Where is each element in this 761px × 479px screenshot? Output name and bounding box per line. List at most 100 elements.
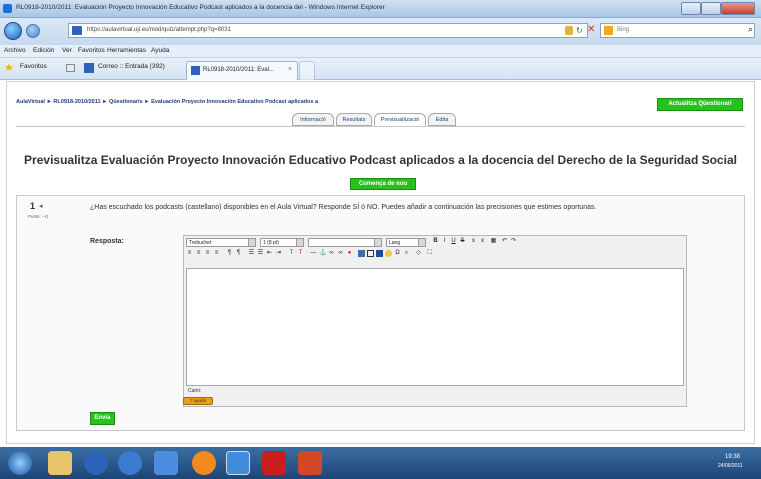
background-color-icon[interactable]: T	[297, 250, 304, 257]
tab-informacio[interactable]: Informació	[292, 113, 334, 126]
tab-divider	[16, 126, 745, 127]
link-icon[interactable]: ∞	[328, 250, 335, 257]
insert-image-icon[interactable]	[358, 250, 365, 257]
close-button[interactable]	[721, 2, 755, 15]
question-points: Punts: --/1	[28, 214, 49, 219]
size-value: 1 (8 pt)	[263, 240, 279, 246]
subscript-icon[interactable]: x	[470, 238, 477, 245]
clean-word-icon[interactable]: ▦	[490, 238, 497, 245]
address-toolbar: https://aulavirtual.uji.es/mod/quiz/atte…	[0, 18, 761, 45]
underline-icon[interactable]: U	[450, 238, 457, 245]
lock-icon[interactable]	[565, 26, 573, 35]
undo-icon[interactable]: ↶	[501, 238, 508, 245]
media-player-icon[interactable]	[84, 451, 108, 475]
refresh-icon[interactable]: ↻	[576, 26, 583, 35]
mail-favicon-icon	[84, 63, 94, 73]
question-text: ¿Has escuchado los podcasts (castellano)…	[90, 204, 597, 211]
help-badge[interactable]: ? ayuda	[183, 397, 213, 405]
search-placeholder: Bing	[617, 27, 630, 33]
windows-taskbar: 19:38 24/06/2011	[0, 447, 761, 479]
text-color-icon[interactable]: T	[288, 250, 295, 257]
send-button[interactable]: Envia	[90, 412, 115, 425]
favorites-label[interactable]: Favoritos	[20, 63, 47, 70]
outlook-icon[interactable]	[154, 451, 178, 475]
lang-select[interactable]: Lang	[386, 238, 426, 247]
menu-bar: Archivo Edición Ver Favoritos Herramient…	[0, 45, 761, 58]
stop-icon[interactable]: ✕	[587, 24, 595, 35]
search-icon[interactable]: ⌕	[748, 24, 753, 35]
menu-item-ayuda[interactable]: Ayuda	[151, 47, 169, 54]
firefox-icon[interactable]	[192, 451, 216, 475]
minimize-button[interactable]	[681, 2, 701, 15]
clock-time[interactable]: 19:38	[725, 454, 740, 460]
powerpoint-icon[interactable]	[298, 451, 322, 475]
tab-edita[interactable]: Edita	[428, 113, 456, 126]
tab-resultats[interactable]: Resultats	[336, 113, 372, 126]
explorer-icon[interactable]	[48, 451, 72, 475]
style-select[interactable]	[308, 238, 382, 247]
size-select[interactable]: 1 (8 pt)	[260, 238, 304, 247]
insert-table-icon[interactable]	[367, 250, 374, 257]
superscript-icon[interactable]: x	[479, 238, 486, 245]
forward-button[interactable]	[26, 24, 40, 38]
ie-logo-icon	[3, 4, 12, 13]
align-left-icon[interactable]: ≡	[186, 250, 193, 257]
nolink-icon[interactable]: ●	[346, 250, 353, 257]
bold-icon[interactable]: B	[432, 238, 439, 245]
font-select[interactable]: Trebuchet	[186, 238, 256, 247]
align-right-icon[interactable]: ≡	[204, 250, 211, 257]
tab-favicon-icon	[191, 66, 200, 75]
rtl-icon[interactable]: ¶	[235, 250, 242, 257]
url-input[interactable]: https://aulavirtual.uji.es/mod/quiz/atte…	[68, 23, 588, 38]
acrobat-icon[interactable]	[262, 451, 286, 475]
insert-media-icon[interactable]	[376, 250, 383, 257]
page-title: Previsualitza Evaluación Proyecto Innova…	[24, 153, 737, 167]
tab-close-icon[interactable]: ×	[288, 66, 292, 73]
internet-explorer-icon[interactable]	[226, 451, 250, 475]
search-replace-icon[interactable]: ⌕	[403, 250, 410, 257]
messenger-icon[interactable]	[118, 451, 142, 475]
restart-button[interactable]: Comença de nou	[350, 178, 416, 190]
window-title: RL0918-2010/2011: Evaluación Proyecto In…	[16, 4, 385, 11]
indent-icon[interactable]: ⇥	[275, 250, 282, 257]
favorite-link-correo[interactable]: Correo :: Entrada (392)	[98, 63, 165, 70]
menu-item-herramientas[interactable]: Herramientas	[107, 47, 146, 54]
new-tab-button[interactable]	[299, 61, 315, 80]
anchor-icon[interactable]: ⚓	[319, 250, 326, 257]
justify-icon[interactable]: ≡	[213, 250, 220, 257]
smiley-icon[interactable]	[385, 250, 392, 257]
ltr-icon[interactable]: ¶	[226, 250, 233, 257]
strikethrough-icon[interactable]: S	[459, 238, 466, 245]
unordered-list-icon[interactable]: ☰	[257, 250, 264, 257]
html-source-icon[interactable]: ◇	[415, 250, 422, 257]
special-char-icon[interactable]: Ω	[394, 250, 401, 257]
feeds-icon[interactable]	[66, 64, 75, 72]
menu-item-ver[interactable]: Ver	[62, 47, 72, 54]
start-button-icon[interactable]	[8, 451, 32, 475]
ordered-list-icon[interactable]: ☰	[248, 250, 255, 257]
outdent-icon[interactable]: ⇤	[266, 250, 273, 257]
maximize-button[interactable]	[701, 2, 721, 15]
update-quiz-button[interactable]: Actualitza Qüestionari	[657, 98, 743, 111]
question-flag-icon: ◂	[39, 203, 43, 210]
system-tray-icons[interactable]	[636, 458, 696, 468]
redo-icon[interactable]: ↷	[510, 238, 517, 245]
quiz-tabs: Informació Resultats Previsualització Ed…	[292, 113, 482, 126]
site-favicon-icon	[72, 26, 82, 35]
answer-textarea[interactable]	[186, 268, 684, 386]
search-input[interactable]: Bing	[600, 23, 755, 38]
bing-icon	[604, 26, 613, 35]
fullscreen-icon[interactable]: ⛶	[426, 250, 433, 257]
align-center-icon[interactable]: ≡	[195, 250, 202, 257]
menu-item-edicion[interactable]: Edición	[33, 47, 54, 54]
menu-item-archivo[interactable]: Archivo	[4, 47, 26, 54]
back-button[interactable]	[4, 22, 22, 40]
browser-tab-active[interactable]: RL0918-2010/2011: Eval... ×	[186, 61, 298, 80]
menu-item-favoritos[interactable]: Favoritos	[78, 47, 105, 54]
clock-date[interactable]: 24/06/2011	[718, 463, 743, 469]
italic-icon[interactable]: I	[441, 238, 448, 245]
unlink-icon[interactable]: ∞	[337, 250, 344, 257]
breadcrumb[interactable]: AulaVirtual ► RL0918-2010/2011 ► Qüestio…	[16, 99, 318, 105]
horizontal-rule-icon[interactable]: —	[310, 250, 317, 257]
tab-previsualitzacio[interactable]: Previsualització	[374, 113, 426, 126]
